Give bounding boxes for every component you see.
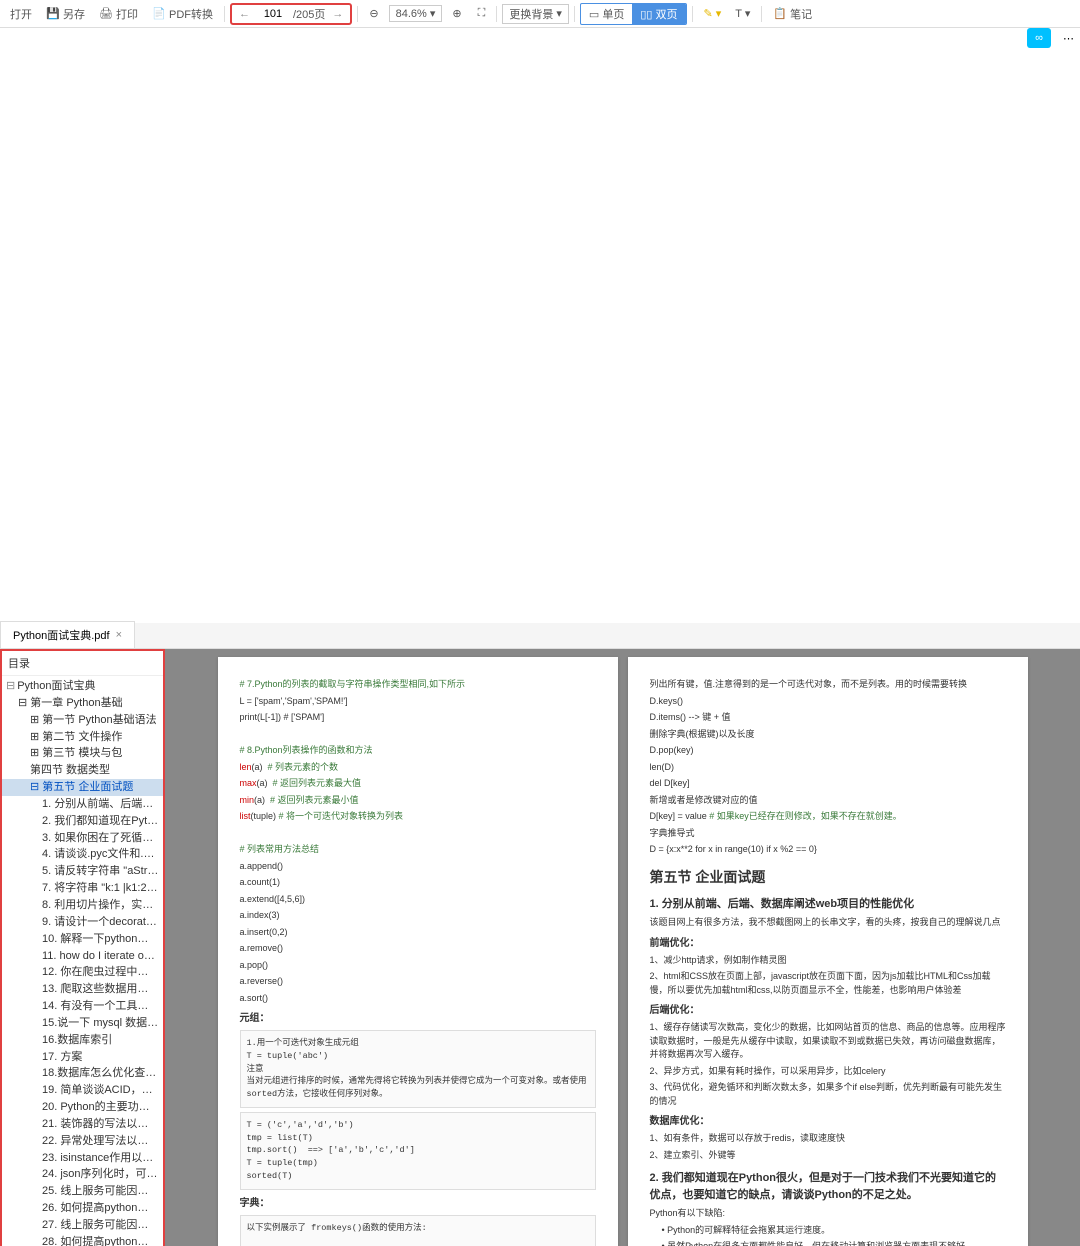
- outline-item[interactable]: 2. 我们都知道现在Python很火: [2, 813, 163, 830]
- close-icon[interactable]: ×: [116, 629, 122, 641]
- double-page-button[interactable]: ▯▯ 双页: [632, 4, 685, 24]
- outline-root[interactable]: ⊟Python面试宝典: [2, 678, 163, 695]
- background-select[interactable]: 更换背景 ▾: [502, 4, 569, 24]
- outline-item[interactable]: 16.数据库索引: [2, 1032, 163, 1049]
- outline-item[interactable]: 19. 简单谈谈ACID，并解释每…: [2, 1082, 163, 1099]
- outline-item[interactable]: 25. 线上服务可能因为种种原因: [2, 1183, 163, 1200]
- sidebar-title: 目录: [2, 651, 163, 676]
- tab-label: Python面试宝典.pdf: [13, 627, 110, 643]
- document-viewport[interactable]: # 7.Python的列表的截取与字符串操作类型相同,如下所示 L = ['sp…: [165, 649, 1080, 1246]
- outline-item[interactable]: 20. Python的主要功能是什么？: [2, 1099, 163, 1116]
- outline-item[interactable]: 4. 请谈谈.pyc文件和.py文件的: [2, 846, 163, 863]
- save-icon: 💾: [46, 7, 60, 21]
- outline-item[interactable]: 18.数据库怎么优化查询效率？: [2, 1065, 163, 1082]
- outline-item[interactable]: 第四节 数据类型: [2, 762, 163, 779]
- zoom-value[interactable]: 84.6% ▾: [389, 5, 443, 22]
- outline-item[interactable]: 15.说一下 mysql 数据库存储: [2, 1015, 163, 1032]
- next-page-button[interactable]: →: [329, 8, 346, 20]
- outline-item[interactable]: 12. 你在爬虫过程中，都是怎么: [2, 964, 163, 981]
- outline-item[interactable]: 7. 将字符串 "k:1 |k1:2|k3:3|k3: [2, 880, 163, 897]
- outline-item[interactable]: 5. 请反转字符串 "aStr"？: [2, 863, 163, 880]
- outline-item[interactable]: 28. 如何提高python的运行效率: [2, 1234, 163, 1246]
- open-button[interactable]: 打开: [4, 3, 38, 25]
- outline-item[interactable]: 24. json序列化时，可以处理: [2, 1166, 163, 1183]
- pdf-convert-button[interactable]: 📄PDF转换: [146, 3, 219, 25]
- outline-item[interactable]: 26. 如何提高python的运行效率: [2, 1200, 163, 1217]
- print-icon: 🖨: [99, 7, 113, 21]
- page-input[interactable]: [257, 8, 289, 20]
- outline-item[interactable]: 14. 有没有一个工具可以帮助查: [2, 998, 163, 1015]
- outline-item[interactable]: 13. 爬取这些数据用来做些什么: [2, 981, 163, 998]
- zoom-out-button[interactable]: ⊖: [363, 4, 384, 23]
- cloud-button[interactable]: ∞: [1027, 28, 1051, 48]
- toolbar: 打开 💾另存 🖨打印 📄PDF转换 ← /205页 → ⊖ 84.6% ▾ ⊕ …: [0, 0, 1080, 28]
- outline-item[interactable]: 3. 如果你困在了死循环里，怎: [2, 830, 163, 847]
- outline-item[interactable]: ⊞ 第二节 文件操作: [2, 729, 163, 746]
- sidebar-outline: 目录 ⊟Python面试宝典 ⊟ 第一章 Python基础⊞ 第一节 Pytho…: [0, 649, 165, 1246]
- page-right: 列出所有键，值.注意得到的是一个可迭代对象，而不是列表。用的时候需要转换 D.k…: [628, 657, 1028, 1246]
- notes-button[interactable]: 📋 笔记: [767, 3, 818, 25]
- view-mode-toggle: ▭ 单页 ▯▯ 双页: [580, 3, 687, 25]
- outline-item[interactable]: 22. 异常处理写法以及如何主动: [2, 1133, 163, 1150]
- outline-item[interactable]: 10. 解释一下python的and-or: [2, 931, 163, 948]
- tab-bar: Python面试宝典.pdf ×: [0, 623, 1080, 649]
- outline-item[interactable]: 23. isinstance作用以及应用场: [2, 1150, 163, 1167]
- text-tool-button[interactable]: T ▾: [729, 4, 756, 23]
- single-page-button[interactable]: ▭ 单页: [581, 4, 632, 24]
- outline-item[interactable]: ⊟ 第一章 Python基础: [2, 695, 163, 712]
- outline-item[interactable]: 17. 方案: [2, 1049, 163, 1066]
- outline-item[interactable]: 8. 利用切片操作，实现一个trin: [2, 897, 163, 914]
- zoom-in-button[interactable]: ⊕: [446, 4, 467, 23]
- print-button[interactable]: 🖨打印: [93, 3, 144, 25]
- outline-item[interactable]: 9. 请设计一个decorator，它可: [2, 914, 163, 931]
- outline-tree[interactable]: ⊟Python面试宝典 ⊟ 第一章 Python基础⊞ 第一节 Python基础…: [2, 676, 163, 1246]
- outline-item[interactable]: 21. 装饰器的写法以及应用场景: [2, 1116, 163, 1133]
- fit-width-button[interactable]: ⛶: [472, 4, 492, 23]
- tab-document[interactable]: Python面试宝典.pdf ×: [0, 621, 135, 648]
- page-total: /205页: [293, 6, 325, 22]
- highlight-button[interactable]: ✎ ▾: [698, 4, 728, 23]
- outline-item[interactable]: ⊞ 第一节 Python基础语法: [2, 712, 163, 729]
- outline-item[interactable]: 1. 分别从前端、后端、数据库…: [2, 796, 163, 813]
- outline-item[interactable]: ⊞ 第三节 模块与包: [2, 745, 163, 762]
- outline-item[interactable]: 27. 线上服务可能因为种种原因: [2, 1217, 163, 1234]
- menu-button[interactable]: ⋯: [1057, 29, 1080, 48]
- pdf-icon: 📄: [152, 7, 166, 21]
- page-navigation: ← /205页 →: [230, 3, 352, 25]
- outline-item[interactable]: 11. how do I iterate over a s: [2, 948, 163, 965]
- outline-item[interactable]: ⊟ 第五节 企业面试题: [2, 779, 163, 796]
- save-as-button[interactable]: 💾另存: [40, 3, 91, 25]
- prev-page-button[interactable]: ←: [236, 8, 253, 20]
- page-left: # 7.Python的列表的截取与字符串操作类型相同,如下所示 L = ['sp…: [218, 657, 618, 1246]
